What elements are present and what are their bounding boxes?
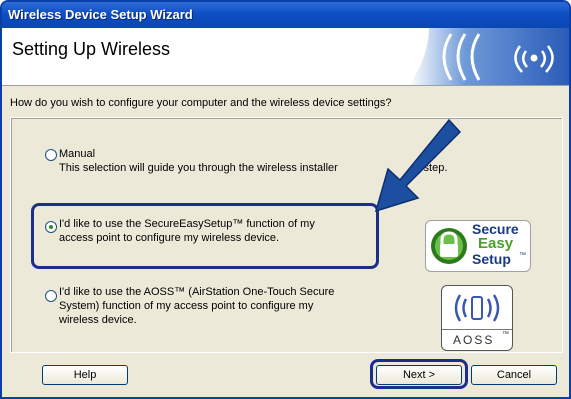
cancel-button[interactable]: Cancel bbox=[471, 365, 557, 385]
aoss-label-line2[interactable]: System) function of my access point to c… bbox=[59, 300, 313, 313]
question-text: How do you wish to configure your comput… bbox=[10, 97, 392, 109]
wizard-window: Wireless Device Setup Wizard Setting Up … bbox=[0, 0, 571, 399]
secureeasysetup-label-line1[interactable]: I'd like to use the SecureEasySetup™ fun… bbox=[59, 218, 315, 231]
aoss-label-line3[interactable]: wireless device. bbox=[59, 314, 137, 327]
aoss-label-line1[interactable]: I'd like to use the AOSS™ (AirStation On… bbox=[59, 286, 334, 299]
ses-word-setup: Setup bbox=[472, 251, 511, 267]
manual-label[interactable]: Manual bbox=[59, 148, 95, 161]
secureeasysetup-radio[interactable] bbox=[45, 221, 57, 233]
aoss-logo: AOSS ™ bbox=[441, 285, 513, 351]
next-button[interactable]: Next > bbox=[376, 365, 462, 385]
secureeasysetup-logo: Secure Easy Setup ™ bbox=[425, 220, 531, 272]
aoss-signal-icon bbox=[454, 294, 500, 322]
aoss-text: AOSS bbox=[453, 333, 495, 347]
aoss-radio[interactable] bbox=[45, 290, 57, 302]
aoss-tm: ™ bbox=[502, 331, 509, 338]
aoss-divider bbox=[442, 329, 512, 330]
page-title: Setting Up Wireless bbox=[12, 39, 171, 59]
ses-word-easy: Easy bbox=[478, 235, 514, 252]
pointer-arrow-icon bbox=[374, 118, 462, 213]
ses-word-secure: Secure bbox=[472, 221, 519, 237]
wireless-signal-icon bbox=[409, 28, 569, 85]
manual-description: This selection will guide you through th… bbox=[59, 162, 338, 174]
ses-tm: ™ bbox=[519, 252, 526, 259]
title-bar[interactable]: Wireless Device Setup Wizard bbox=[2, 2, 569, 28]
window-title: Wireless Device Setup Wizard bbox=[8, 7, 193, 22]
manual-radio[interactable] bbox=[45, 149, 57, 161]
wizard-header: Setting Up Wireless bbox=[2, 28, 569, 86]
help-button[interactable]: Help bbox=[42, 365, 128, 385]
secureeasysetup-label-line2[interactable]: access point to configure my wireless de… bbox=[59, 232, 279, 245]
